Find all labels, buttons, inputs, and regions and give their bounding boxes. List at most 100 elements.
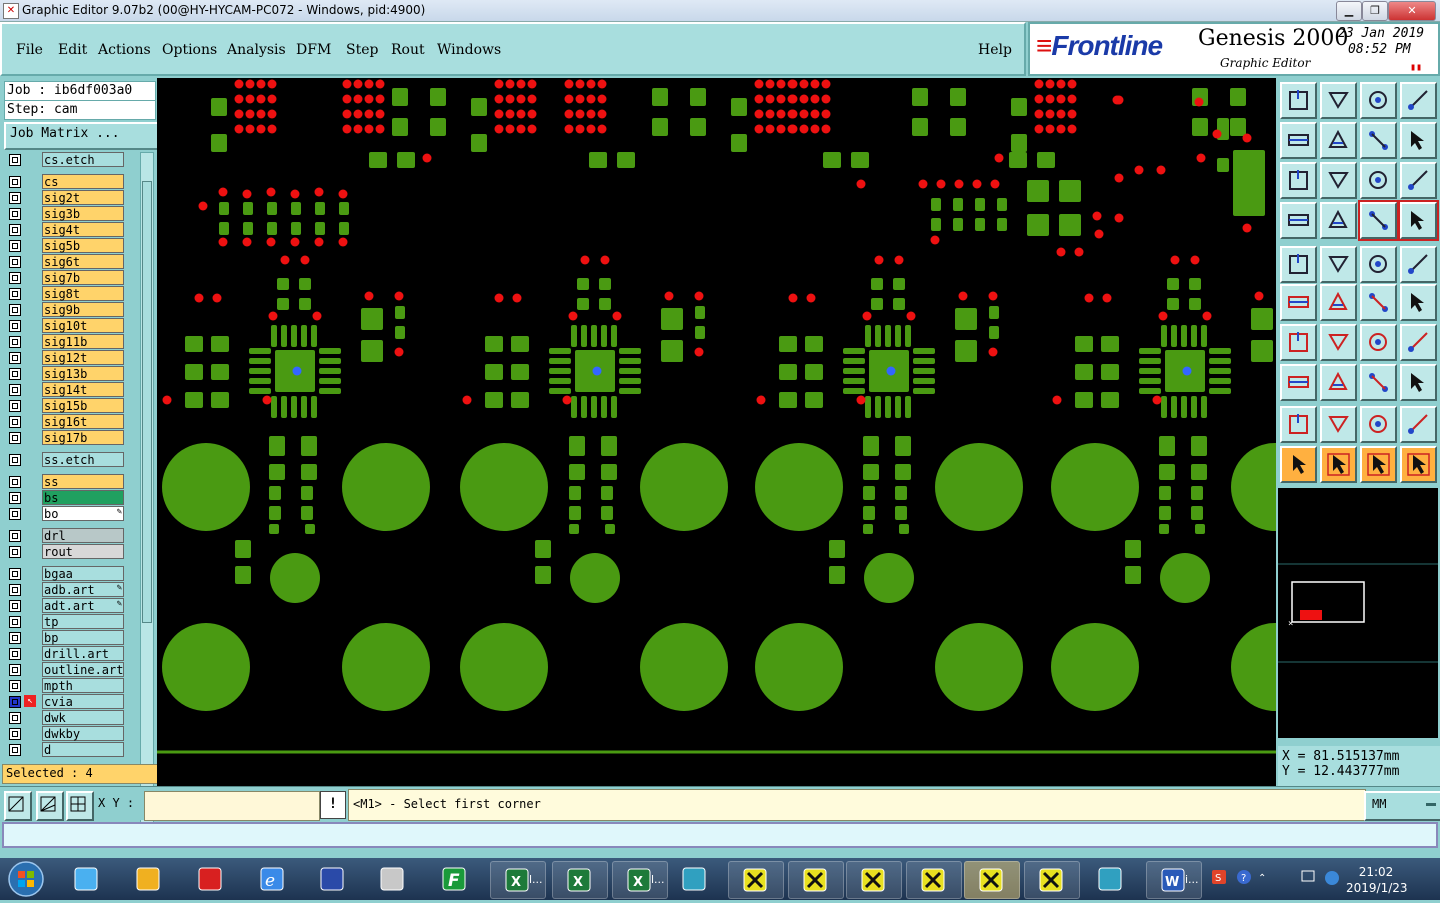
layer-name[interactable]: sig4t — [42, 222, 124, 237]
layer-checkbox[interactable] — [9, 600, 21, 612]
layer-row[interactable]: mpth — [4, 678, 124, 693]
layer-row[interactable]: sig7b — [4, 270, 124, 285]
zoom-window-icon[interactable] — [1400, 82, 1437, 119]
layer-checkbox[interactable] — [9, 154, 21, 166]
excel-window-3-task[interactable]: Xl... — [612, 861, 668, 899]
angle-mode-button[interactable] — [36, 791, 64, 821]
layer-checkbox[interactable] — [9, 530, 21, 542]
layer-name[interactable]: sig13b — [42, 366, 124, 381]
redraw-icon[interactable] — [1400, 122, 1437, 159]
menu-help[interactable]: Help — [978, 42, 1012, 58]
layer-checkbox[interactable] — [9, 744, 21, 756]
layer-name[interactable]: sig7b — [42, 270, 124, 285]
eye-app-task[interactable] — [668, 861, 722, 897]
layer-name[interactable]: sig14t — [42, 382, 124, 397]
zoom-back-icon[interactable] — [1360, 122, 1397, 159]
layer-name[interactable]: cs.etch — [42, 152, 124, 167]
layer-row[interactable]: bp — [4, 630, 124, 645]
layer-row[interactable]: drill.art — [4, 646, 124, 661]
layer-row[interactable]: ss — [4, 474, 124, 489]
layer-name[interactable]: mpth — [42, 678, 124, 693]
menu-actions[interactable]: Actions — [98, 42, 151, 58]
scanner-app-task[interactable] — [366, 861, 420, 897]
layer-checkbox[interactable] — [9, 384, 21, 396]
excel-window-2-task[interactable]: X — [552, 861, 608, 899]
layer-name[interactable]: sig12t — [42, 350, 124, 365]
job-matrix-button[interactable]: Job Matrix ... — [4, 122, 160, 150]
close-button[interactable]: ✕ — [1388, 1, 1436, 21]
layer-row[interactable]: sig14t — [4, 382, 124, 397]
layer-row[interactable]: bs — [4, 490, 124, 505]
layer-name[interactable]: ss — [42, 474, 124, 489]
layer-checkbox[interactable] — [9, 256, 21, 268]
layer-checkbox[interactable] — [9, 632, 21, 644]
layer-name[interactable]: bp — [42, 630, 124, 645]
xy-input[interactable] — [144, 791, 320, 821]
circle-icon[interactable] — [1400, 246, 1437, 283]
start-button[interactable] — [4, 859, 48, 899]
genesis-window-4-task[interactable] — [906, 861, 962, 899]
net-icon[interactable] — [1280, 284, 1317, 321]
pcb-drawing[interactable] — [157, 78, 1276, 786]
layer-name[interactable]: sig8t — [42, 286, 124, 301]
layer-checkbox[interactable] — [9, 272, 21, 284]
genesis-window-2-task[interactable] — [788, 861, 844, 899]
layer-checkbox[interactable] — [9, 728, 21, 740]
rotate-icon[interactable] — [1360, 324, 1397, 361]
minus-icon[interactable] — [1320, 364, 1357, 401]
arch-icon[interactable] — [1360, 406, 1397, 443]
layer-name[interactable]: bo — [42, 506, 124, 521]
genesis-window-5-task[interactable] — [964, 861, 1020, 899]
layer-row[interactable]: adb.art ✎ — [4, 582, 124, 597]
layer-name[interactable]: sig3b — [42, 206, 124, 221]
layer-row[interactable]: cs.etch — [4, 152, 124, 167]
layer-checkbox[interactable] — [9, 712, 21, 724]
menu-file[interactable]: File — [16, 42, 43, 58]
layer-name[interactable]: sig6t — [42, 254, 124, 269]
layer-name[interactable]: bgaa — [42, 566, 124, 581]
layer-row[interactable]: bgaa — [4, 566, 124, 581]
group-icon[interactable] — [1400, 364, 1437, 401]
route-alt-icon[interactable] — [1400, 284, 1437, 321]
layer-name[interactable]: cvia — [42, 694, 124, 709]
layer-row[interactable]: sig11b — [4, 334, 124, 349]
layer-row[interactable]: ss.etch — [4, 452, 124, 467]
layer-checkbox[interactable] — [9, 432, 21, 444]
menu-edit[interactable]: Edit — [58, 42, 87, 58]
layer-checkbox[interactable] — [9, 568, 21, 580]
angle-icon[interactable] — [1280, 324, 1317, 361]
layer-row[interactable]: sig5b — [4, 238, 124, 253]
layer-row[interactable]: bo ✎ — [4, 506, 124, 521]
pause-icon[interactable]: ▮▮ — [1410, 62, 1422, 73]
query-icon[interactable] — [1400, 162, 1437, 199]
menu-dfm[interactable]: DFM — [296, 42, 331, 58]
zoom-page-icon[interactable] — [1360, 82, 1397, 119]
layer-row[interactable]: sig3b — [4, 206, 124, 221]
layer-checkbox[interactable] — [9, 648, 21, 660]
pointer-box-icon[interactable] — [1320, 446, 1357, 483]
layer-row[interactable]: sig16t — [4, 414, 124, 429]
layer-checkbox[interactable] — [9, 454, 21, 466]
layer-checkbox[interactable] — [9, 288, 21, 300]
layer-checkbox[interactable] — [9, 240, 21, 252]
menu-windows[interactable]: Windows — [437, 42, 501, 58]
layer-checkbox[interactable] — [9, 664, 21, 676]
taskbar-clock[interactable]: 21:02 2019/1/23 — [1346, 864, 1408, 896]
layer-name[interactable]: dwkby — [42, 726, 124, 741]
layer-name[interactable]: dwk — [42, 710, 124, 725]
layer-checkbox[interactable] — [9, 546, 21, 558]
layer-checkbox[interactable] — [9, 492, 21, 504]
fit-all-icon[interactable] — [1280, 162, 1317, 199]
layer-list-scrollbar[interactable] — [140, 152, 154, 838]
layer-name[interactable]: sig5b — [42, 238, 124, 253]
pointer-icon[interactable] — [1280, 446, 1317, 483]
pan-left-icon[interactable] — [1280, 122, 1317, 159]
mirror-icon[interactable] — [1400, 324, 1437, 361]
layer-name[interactable]: sig17b — [42, 430, 124, 445]
layer-checkbox[interactable] — [9, 208, 21, 220]
menu-options[interactable]: Options — [162, 42, 217, 58]
layer-row[interactable]: cs — [4, 174, 124, 189]
layer-name[interactable]: sig15b — [42, 398, 124, 413]
layer-checkbox[interactable] — [9, 508, 21, 520]
layer-name[interactable]: sig10t — [42, 318, 124, 333]
